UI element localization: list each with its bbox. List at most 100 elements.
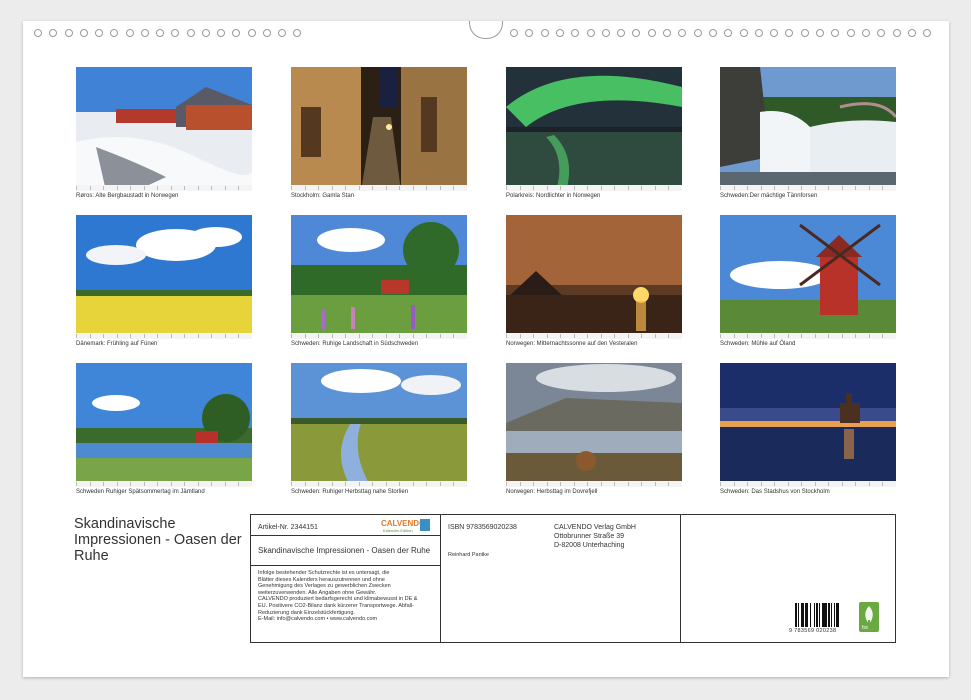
binding-hole xyxy=(831,29,840,37)
lake-house-image xyxy=(76,363,252,487)
binding-hole xyxy=(617,29,626,37)
binding-hole xyxy=(95,29,103,37)
binding-hole xyxy=(201,29,210,37)
photo-caption: Dänemark: Frühling auf Fünen xyxy=(76,341,158,347)
binding-hole xyxy=(64,29,73,37)
binding-hole xyxy=(708,29,717,37)
binding-hole xyxy=(140,29,149,37)
binding-hole xyxy=(678,29,687,37)
photo-caption: Polarkreis: Nordlichter in Norwegen xyxy=(506,193,601,199)
binding-hole xyxy=(217,29,225,37)
binding-hole xyxy=(770,29,779,37)
calvendo-logo-sub: Kalender-Edition xyxy=(383,528,413,533)
binding-hole xyxy=(247,29,256,37)
calendar-day-strip xyxy=(506,185,682,191)
dovrefjell-image xyxy=(506,363,682,487)
calendar-day-strip xyxy=(720,481,896,487)
old-street-image xyxy=(291,67,467,191)
snow-town-image xyxy=(76,67,252,191)
calendar-photo xyxy=(76,215,252,339)
binding-hole xyxy=(923,29,932,37)
binding-hole xyxy=(724,29,733,37)
binding-hole xyxy=(800,29,809,37)
binding-hole xyxy=(525,29,534,37)
publisher-line: CALVENDO Verlag GmbH xyxy=(554,524,636,531)
calendar-photo xyxy=(76,363,252,487)
calendar-photo xyxy=(291,67,467,191)
calendar-day-strip xyxy=(291,333,467,339)
windmill-image xyxy=(720,215,896,339)
calendar-photo xyxy=(76,67,252,191)
calendar-day-strip xyxy=(76,481,252,487)
photo-caption: Norwegen: Mitternachtssonne auf den Vest… xyxy=(506,341,638,347)
binding-hole xyxy=(693,29,702,37)
midnight-sun-image xyxy=(506,215,682,339)
publisher-address: CALVENDO Verlag GmbH Ottobrunner Straße … xyxy=(554,523,636,550)
aurora-image xyxy=(506,67,682,191)
calendar-day-strip xyxy=(506,481,682,487)
calvendo-logo: CALVENDO xyxy=(381,519,426,528)
calendar-photo xyxy=(506,215,682,339)
binding-hole xyxy=(510,29,518,37)
barcode xyxy=(795,603,845,629)
photo-caption: Norwegen: Herbsttag im Dovrefjell xyxy=(506,489,598,495)
binding-hole xyxy=(171,29,180,37)
binding-hole xyxy=(785,29,794,37)
calendar-day-strip xyxy=(291,185,467,191)
calendar-photo xyxy=(720,67,896,191)
calendar-photo xyxy=(291,363,467,487)
publisher-line: D-82008 Unterhaching xyxy=(554,542,625,549)
binding-hole xyxy=(892,29,901,37)
binding-hole xyxy=(293,29,302,37)
legal-line: CALVENDO produziert bedarfsgerecht und k… xyxy=(258,596,418,603)
barcode-number: 9 783569 020238 xyxy=(789,628,837,634)
binding-hole xyxy=(601,29,610,37)
calendar-day-strip xyxy=(291,481,467,487)
calendar-photo xyxy=(720,215,896,339)
binding-hole xyxy=(156,29,164,37)
binding-hole xyxy=(262,29,271,37)
legal-line: E-Mail: info@calvendo.com • www.calvendo… xyxy=(258,616,378,623)
binding-hole xyxy=(278,29,286,37)
binding-hole xyxy=(586,29,595,37)
binding-hole xyxy=(34,29,42,37)
binding-hole xyxy=(540,29,549,37)
stadshus-image xyxy=(720,363,896,487)
legal-line: Reduzierung dank Einzelstückfertigung. xyxy=(258,609,355,616)
photo-caption: Schweden:Der mächtige Tännforsen xyxy=(720,193,818,199)
binding-hole xyxy=(907,29,916,37)
photo-caption: Røros: Alte Bergbaustadt in Norwegen xyxy=(76,193,179,199)
photo-caption: Schweden Ruhiger Spätsommertag im Jämtla… xyxy=(76,489,205,495)
calendar-photo xyxy=(506,363,682,487)
waterfall-image xyxy=(720,67,896,191)
calendar-photo xyxy=(291,215,467,339)
calendar-day-strip xyxy=(76,185,252,191)
info-subtitle: Skandinavische Impressionen - Oasen der … xyxy=(258,546,431,555)
binding-hole xyxy=(846,29,855,37)
photo-caption: Schweden: Ruhiger Herbsttag nahe Storlie… xyxy=(291,489,409,495)
fsc-logo: fsc xyxy=(859,602,879,632)
legal-line: Blätter dieses Kalenders herauszutrennen… xyxy=(258,576,385,583)
photo-caption: Stockholm: Gamla Stan xyxy=(291,193,355,199)
legal-line: Genehmigung des Verlages zu gewerblichen… xyxy=(258,583,391,590)
photo-caption: Schweden: Mühle auf Öland xyxy=(720,341,796,347)
calendar-photo xyxy=(506,67,682,191)
river-meadow-image xyxy=(291,363,467,487)
author: Reinhard Pantke xyxy=(448,552,489,558)
binding-hole xyxy=(663,29,671,37)
article-number: Artikel-Nr. 2344151 xyxy=(258,524,318,531)
publisher-line: Ottobrunner Straße 39 xyxy=(554,533,625,540)
rapeseed-image xyxy=(76,215,252,339)
calvendo-logo-icon xyxy=(420,519,430,531)
binding-hole xyxy=(861,29,870,37)
binding-hole xyxy=(186,29,195,37)
calendar-day-strip xyxy=(720,333,896,339)
calendar-day-strip xyxy=(720,185,896,191)
calendar-title: Skandinavische Impressionen - Oasen der … xyxy=(74,516,242,564)
binding-hole xyxy=(232,29,241,37)
binding-hole xyxy=(632,29,641,37)
calendar-day-strip xyxy=(506,333,682,339)
fsc-label: fsc xyxy=(862,625,869,631)
binding-hole xyxy=(110,29,119,37)
legal-line: Infolge bestehender Schutzrechte ist es … xyxy=(258,570,390,576)
